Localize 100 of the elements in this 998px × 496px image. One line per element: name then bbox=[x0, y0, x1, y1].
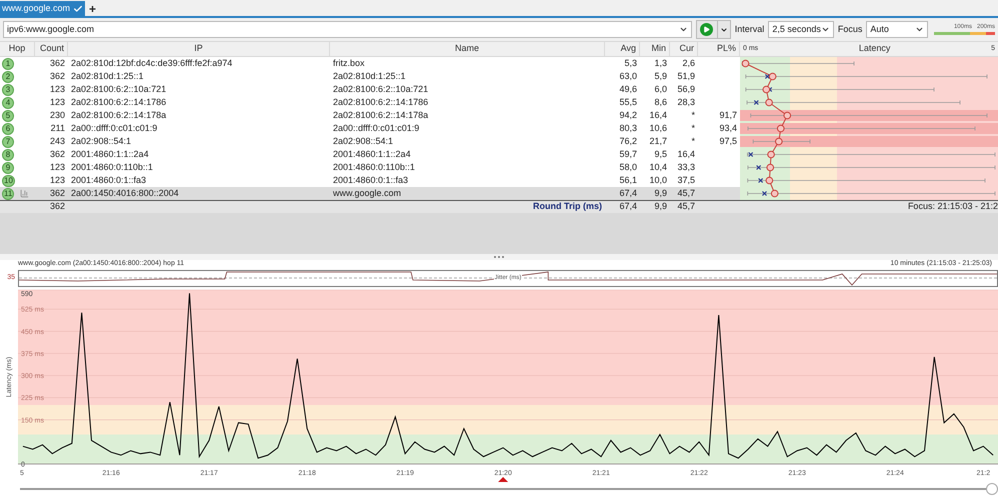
column-header[interactable]: Count bbox=[35, 42, 68, 56]
table-cell-text: 2001:4860:1:1::2a4 bbox=[70, 148, 150, 161]
table-cell-text: 45,7 bbox=[676, 187, 696, 200]
hop-row[interactable]: 7 243 2a02:908::54:1 2a02:908::54:1 76,2 21,7 * 97,5 bbox=[0, 135, 740, 148]
play-icon bbox=[700, 23, 714, 36]
table-cell-text: 1,3 bbox=[653, 57, 668, 70]
table-cell-text: 91,7 bbox=[718, 109, 738, 122]
hop-badge: 3 bbox=[2, 84, 14, 96]
table-cell-text: 362 bbox=[48, 148, 66, 161]
hop-row[interactable]: 6 211 2a00::dfff:0:c01:c01:9 2a00::dfff:0:c01:c01:9 80,3 10,6 * 93,4 bbox=[0, 122, 740, 135]
timeline-slider[interactable] bbox=[20, 483, 998, 495]
table-cell-text: 2,6 bbox=[681, 57, 696, 70]
table-cell-text: 59,7 bbox=[618, 148, 638, 161]
focus-range-text: Focus: 21:15:03 - 21:2 bbox=[906, 200, 998, 214]
hop-row[interactable]: 11 362 2a00:1450:4016:800::2004 www.google.com 67,4 9,9 45,7 bbox=[0, 187, 740, 200]
table-cell-text: 2001:4860:1:1::2a4 bbox=[332, 148, 412, 161]
table-cell-text: * bbox=[690, 109, 696, 122]
table-cell-text: 243 bbox=[48, 135, 66, 148]
new-tab-button[interactable]: + bbox=[85, 1, 100, 16]
focus-select[interactable]: Auto bbox=[866, 21, 928, 38]
latency-scale-bar bbox=[934, 32, 995, 35]
column-header[interactable]: PL% bbox=[698, 42, 740, 56]
average-marker-icon bbox=[762, 86, 770, 94]
column-header[interactable]: Name bbox=[330, 42, 605, 56]
table-cell-text: 6,0 bbox=[653, 83, 668, 96]
column-header[interactable]: Latency bbox=[858, 42, 890, 56]
table-cell-text: 49,6 bbox=[618, 83, 638, 96]
column-header[interactable]: Cur bbox=[670, 42, 698, 56]
table-cell-text: fritz.box bbox=[332, 57, 366, 70]
table-cell-text: 33,3 bbox=[676, 161, 696, 174]
table-cell-text: 97,5 bbox=[718, 135, 738, 148]
table-cell-text: 2a02:8100:6:2::14:1786 bbox=[332, 96, 430, 109]
average-marker-icon bbox=[776, 124, 785, 132]
table-cell-text: 362 bbox=[48, 70, 66, 83]
interval-label: Interval bbox=[734, 22, 764, 36]
hop-row[interactable]: 5 230 2a02:8100:6:2::14:178a 2a02:8100:6:2::14:178a 94,2 16,4 * 91,7 bbox=[0, 109, 740, 122]
table-cell-text: 2a02:8100:6:2::14:178a bbox=[70, 109, 168, 122]
average-marker-icon bbox=[765, 98, 773, 106]
column-header[interactable]: Min bbox=[640, 42, 670, 56]
column-header[interactable]: IP bbox=[68, 42, 330, 56]
dropdown-caret-icon bbox=[678, 25, 688, 34]
hop-badge: 4 bbox=[2, 96, 14, 109]
table-cell-text: 94,2 bbox=[618, 109, 638, 122]
dropdown-caret-icon bbox=[720, 26, 728, 34]
table-cell-text: 211 bbox=[50, 122, 66, 135]
average-marker-icon bbox=[742, 60, 750, 68]
table-cell-text: 37,5 bbox=[676, 174, 696, 187]
table-cell-text: 2a02:8100:6:2::14:1786 bbox=[70, 96, 168, 109]
hop-badge: 9 bbox=[2, 162, 14, 174]
current-marker-icon bbox=[756, 165, 762, 170]
column-header[interactable]: Avg bbox=[605, 42, 640, 56]
average-marker-icon bbox=[766, 176, 774, 184]
table-cell-text: 5,3 bbox=[623, 57, 638, 70]
table-cell-text: 2a02:8100:6:2::10a:721 bbox=[332, 83, 430, 96]
slider-thumb[interactable] bbox=[986, 483, 998, 495]
table-cell-text: 10,4 bbox=[648, 161, 668, 174]
table-cell-text: 93,4 bbox=[718, 122, 738, 135]
table-cell-text: 2a00:1450:4016:800::2004 bbox=[70, 187, 180, 200]
triangle-marker-icon[interactable] bbox=[498, 477, 508, 482]
table-cell-text: www.google.com bbox=[332, 187, 402, 200]
tab[interactable]: www.google.com bbox=[0, 1, 86, 16]
table-cell-text: 58,0 bbox=[618, 161, 638, 174]
table-cell-text: 2a02:8100:6:2::14:178a bbox=[332, 109, 430, 122]
hop-badge: 8 bbox=[2, 148, 14, 161]
current-marker-icon bbox=[754, 100, 759, 105]
dropdown-caret-icon bbox=[914, 25, 924, 34]
hop-badge: 1 bbox=[2, 58, 14, 70]
dropdown-caret-icon bbox=[820, 25, 830, 34]
hop-badge: 11 bbox=[2, 188, 14, 200]
graph-icon[interactable] bbox=[20, 189, 30, 198]
hop-badge: 5 bbox=[2, 110, 14, 122]
table-cell-text: 76,2 bbox=[618, 135, 638, 148]
average-marker-icon bbox=[767, 150, 775, 158]
focus-label: Focus bbox=[838, 22, 862, 36]
hop-badge: 2 bbox=[2, 70, 14, 83]
table-cell-text: 16,4 bbox=[648, 109, 668, 122]
table-cell-text: 2a00::dfff:0:c01:c01:9 bbox=[70, 122, 158, 135]
table-cell-text: 5,9 bbox=[653, 70, 668, 83]
table-cell-text: 63,0 bbox=[618, 70, 638, 83]
table-cell-text: 80,3 bbox=[618, 122, 638, 135]
average-marker-icon bbox=[766, 164, 774, 172]
table-cell-text: 10,0 bbox=[648, 174, 668, 187]
table-cell-text: 362 bbox=[48, 57, 66, 70]
total-count: 362 bbox=[48, 200, 66, 214]
column-header[interactable]: Hop bbox=[0, 42, 35, 56]
table-cell-text: 2001:4860:0:1::fa3 bbox=[70, 174, 148, 187]
table-cell-text: 67,4 bbox=[618, 200, 638, 214]
table-cell-text: 2001:4860:0:1::fa3 bbox=[332, 174, 410, 187]
hop-badge: 6 bbox=[2, 122, 14, 135]
check-icon bbox=[73, 4, 84, 14]
hop-badge: 7 bbox=[2, 136, 14, 148]
average-marker-icon bbox=[783, 112, 792, 120]
table-cell-text: 2001:4860:0:110b::1 bbox=[332, 161, 416, 174]
interval-select[interactable]: 2,5 seconds bbox=[768, 21, 834, 38]
splitter-handle-icon[interactable] bbox=[494, 256, 504, 258]
table-cell-text: 2a00::dfff:0:c01:c01:9 bbox=[332, 122, 420, 135]
table-cell-text: 123 bbox=[48, 161, 66, 174]
table-cell-text: 55,5 bbox=[618, 96, 638, 109]
average-marker-icon bbox=[770, 190, 778, 198]
target-field[interactable]: ipv6:www.google.com bbox=[3, 21, 692, 38]
